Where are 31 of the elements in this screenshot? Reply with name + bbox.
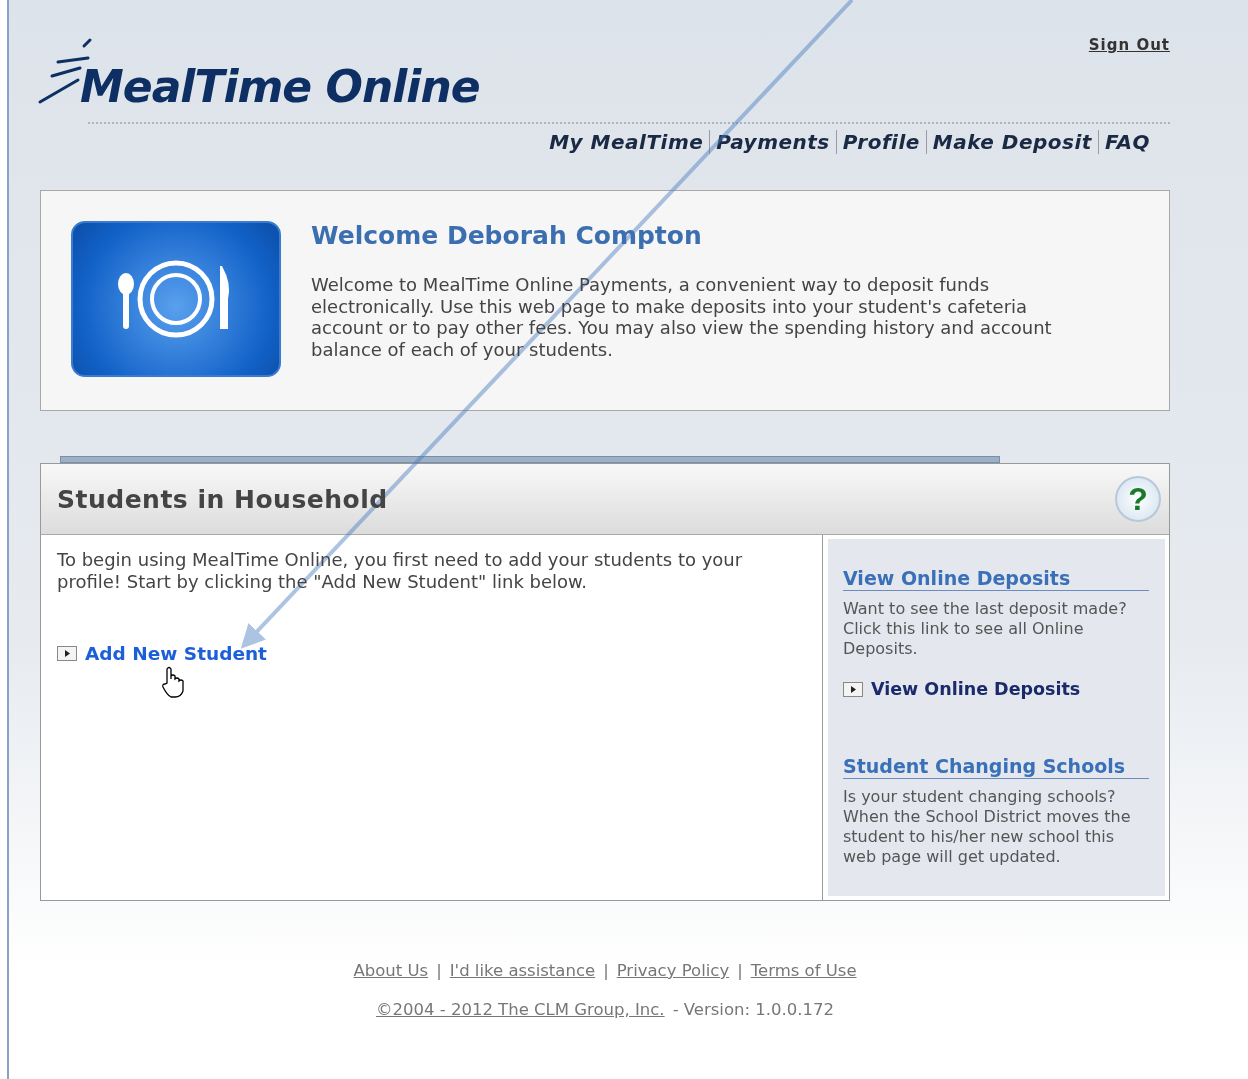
sidebar-heading: Student Changing Schools [843,755,1149,779]
intro-text: To begin using MealTime Online, you first need to add your students to your profile! Start by clicking the "Add New Student" link below. [57,549,744,593]
play-icon [843,681,863,697]
sidebar-text: Is your student changing schools? When the School District moves the student to his/her new school this web page will get updated. [843,787,1132,867]
help-button[interactable]: ? [1115,476,1161,522]
nav-link[interactable]: FAQ [1097,130,1156,154]
play-icon [57,646,77,661]
nav-link[interactable]: Make Deposit [925,130,1098,154]
footer-link[interactable]: About Us [353,961,429,980]
welcome-text: Welcome to MealTime Online Payments, a convenient way to deposit funds electronically. Use this web page to make deposits into your student's cafeteria account or to pay other fees. You may also view the spending history and account balance of each of your students. [311,274,1053,360]
footer-link[interactable]: Terms of Use [750,961,857,980]
copyright-link[interactable]: ©2004 - 2012 The CLM Group, Inc. [375,1000,665,1019]
separator-text: | [737,961,743,980]
footer-link[interactable]: Privacy Policy [616,961,730,980]
deposits-link[interactable]: View Online Deposits [871,679,1081,699]
sidebar-heading: View Online Deposits [843,567,1149,591]
hand-cursor-icon [159,665,187,699]
separator-text: | [603,961,609,980]
welcome-title: Welcome Deborah Compton [311,221,703,250]
nav-link[interactable]: Payments [709,130,836,154]
panel-title: Students in Household [57,484,388,514]
version-text: - Version: 1.0.0.172 [672,1000,835,1019]
sidebar-text: Want to see the last deposit made? Click this link to see all Online Deposits. [843,599,1128,659]
nav-link[interactable]: My MealTime [543,130,710,154]
plate-cutlery-icon [71,221,281,377]
nav-link[interactable]: Profile [835,130,926,154]
sign-out-link[interactable]: Sign Out [1088,36,1170,114]
footer-link[interactable]: I'd like assistance [449,961,596,980]
separator-text: | [436,961,442,980]
logo-text: MealTime Online [80,61,480,112]
add-student-link[interactable]: Add New Student [85,643,267,664]
